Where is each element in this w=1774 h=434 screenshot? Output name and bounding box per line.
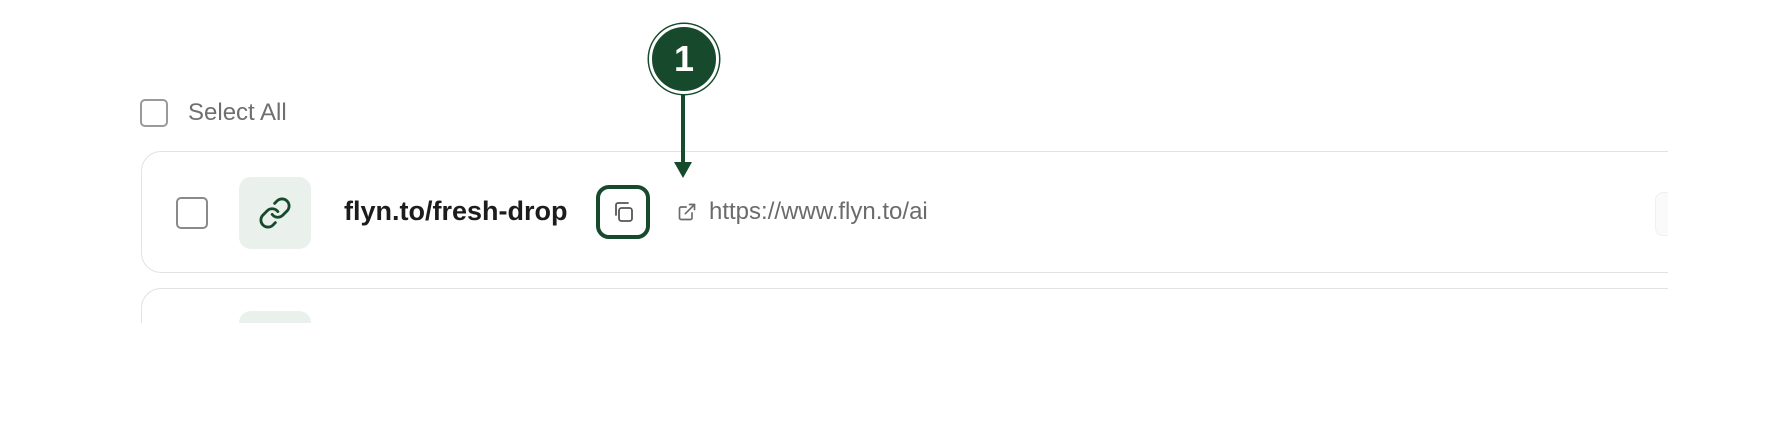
link-thumbnail-next (239, 311, 311, 323)
link-icon (259, 197, 291, 229)
callout-arrow (674, 94, 692, 178)
link-thumbnail (239, 177, 311, 249)
row-action-button[interactable] (1655, 192, 1668, 236)
destination-url: https://www.flyn.to/ai (709, 198, 928, 225)
copy-button[interactable] (596, 185, 650, 239)
select-all-checkbox[interactable] (140, 99, 168, 127)
select-all-row[interactable]: Select All (140, 98, 287, 128)
destination-link[interactable]: https://www.flyn.to/ai (677, 198, 928, 226)
link-card-next (141, 288, 1668, 323)
step-callout-badge: 1 (649, 24, 719, 94)
external-link-icon (678, 203, 696, 221)
link-checkbox[interactable] (176, 197, 208, 229)
copy-icon (615, 202, 633, 222)
short-link[interactable]: flyn.to/fresh-drop (344, 196, 568, 227)
link-card: flyn.to/fresh-drop https://www.flyn.to/a… (141, 151, 1668, 273)
link-list-view: Select All flyn.to/fresh-drop https://ww… (0, 0, 1668, 323)
select-all-label: Select All (188, 99, 287, 126)
